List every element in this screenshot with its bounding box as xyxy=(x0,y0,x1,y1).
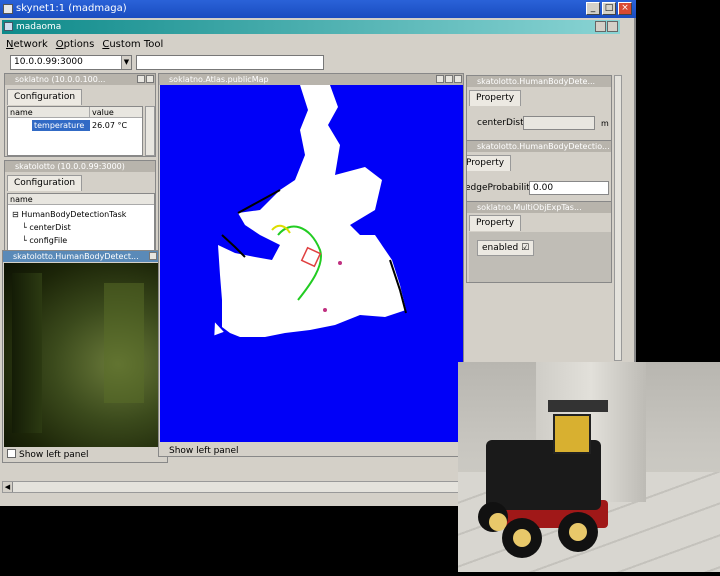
tab-configuration[interactable]: Configuration xyxy=(7,175,83,191)
robot-camera xyxy=(553,414,591,454)
app-icon xyxy=(3,4,13,14)
column-header-name[interactable]: name xyxy=(8,194,154,205)
unit-label: m xyxy=(601,119,609,128)
tab-property[interactable]: Property xyxy=(469,215,522,231)
subwindow-minimize-button[interactable] xyxy=(595,21,606,32)
tab-property[interactable]: Property xyxy=(467,155,512,171)
panel-titlebar: skatolotto (10.0.0.99:3000) xyxy=(5,161,155,172)
tab-configuration[interactable]: Configuration xyxy=(7,89,83,105)
chevron-down-icon[interactable]: ▼ xyxy=(121,56,131,69)
corridor-wall xyxy=(12,273,42,433)
checkbox-box[interactable] xyxy=(7,449,16,458)
person-marker xyxy=(338,261,342,265)
robot-wheel xyxy=(502,518,542,558)
occupancy-map[interactable] xyxy=(160,85,463,442)
config-panel-1: soklatno (10.0.0.100... Configuration na… xyxy=(4,73,156,157)
subwindow-titlebar: madaoma xyxy=(2,20,620,34)
subwindow-title: madaoma xyxy=(16,22,62,32)
field-label: centerDist xyxy=(477,118,524,128)
check-icon: ☑ xyxy=(521,243,530,253)
tree-item-label: centerDist xyxy=(29,223,71,232)
robot-wheel xyxy=(478,502,508,532)
maximize-button[interactable]: □ xyxy=(602,2,616,15)
vertical-scrollbar[interactable] xyxy=(145,106,155,156)
show-left-panel-checkbox[interactable]: Show left panel xyxy=(7,449,89,461)
field-value: 0.00 xyxy=(533,183,554,193)
robot-wheel xyxy=(558,512,598,552)
panel-title: skatolotto.HumanBodyDete... xyxy=(477,77,596,86)
property-panel-3: soklatno.MultiObjExpTas... Property enab… xyxy=(466,201,612,283)
float-button[interactable] xyxy=(436,75,444,83)
robot-sensor xyxy=(548,400,608,412)
enabled-checkbox[interactable]: enabled ☑ xyxy=(477,240,535,256)
address-combobox[interactable]: 10.0.0.99:3000 ▼ xyxy=(10,55,132,70)
menu-custom-tool[interactable]: Custom Tool xyxy=(102,37,163,53)
close-button[interactable]: × xyxy=(618,2,632,15)
show-left-panel-checkbox[interactable]: Show left panel xyxy=(169,445,239,456)
explored-area xyxy=(218,85,406,337)
corridor-door xyxy=(104,283,144,403)
table-row[interactable]: temperature xyxy=(32,120,90,131)
panel-titlebar: soklatno.Atlas.publicMap xyxy=(159,74,463,85)
tree-item-label: configFile xyxy=(29,236,68,245)
panel-titlebar: skatolotto.HumanBodyDete... xyxy=(467,76,611,87)
center-dist-input[interactable] xyxy=(523,116,595,130)
panel-title: skatolotto.HumanBodyDetectio... xyxy=(477,142,610,151)
column-header-name[interactable]: name xyxy=(8,107,90,118)
row-name: temperature xyxy=(34,121,85,130)
subwindow-icon xyxy=(4,22,13,31)
float-button[interactable] xyxy=(137,75,145,83)
target-marker xyxy=(323,308,327,312)
camera-feed-image xyxy=(4,263,167,447)
panel-title: skatolotto.HumanBodyDetect... xyxy=(13,252,139,261)
property-panel-2: skatolotto.HumanBodyDetectio... Property… xyxy=(466,140,612,202)
checkbox-label: Show left panel xyxy=(169,446,239,456)
panel-title: soklatno.Atlas.publicMap xyxy=(169,75,269,84)
panel-title: soklatno (10.0.0.100... xyxy=(15,75,106,84)
close-icon[interactable] xyxy=(146,75,154,83)
subwindow-close-button[interactable] xyxy=(607,21,618,32)
field-label: edgeProbability xyxy=(466,183,536,193)
tree-item[interactable]: └ centerDist xyxy=(22,222,71,233)
panel-title: skatolotto (10.0.0.99:3000) xyxy=(15,162,125,171)
window-title: skynet1:1 (madmaga) xyxy=(16,3,127,14)
window-titlebar: skynet1:1 (madmaga) _ □ × xyxy=(0,0,636,18)
maximize-icon[interactable] xyxy=(445,75,453,83)
panel-title: soklatno.MultiObjExpTas... xyxy=(477,203,582,212)
config-table: name value temperature 26.07 °C xyxy=(7,106,143,156)
checkbox-label: Show left panel xyxy=(19,450,89,460)
address-value: 10.0.0.99:3000 xyxy=(14,57,83,67)
panel-titlebar: skatolotto.HumanBodyDetect... xyxy=(3,251,167,262)
address-input-secondary[interactable] xyxy=(136,55,324,70)
panel-titlebar: soklatno.MultiObjExpTas... xyxy=(467,202,611,213)
close-icon[interactable] xyxy=(454,75,462,83)
menu-network[interactable]: Network xyxy=(6,37,48,53)
tree-item[interactable]: └ configFile xyxy=(22,235,67,246)
tree-item[interactable]: ⊟ HumanBodyDetectionTask xyxy=(12,209,126,220)
panel-titlebar: soklatno (10.0.0.100... xyxy=(5,74,155,85)
column-header-value[interactable]: value xyxy=(90,107,142,118)
panel-titlebar: skatolotto.HumanBodyDetectio... xyxy=(467,141,611,152)
edge-probability-input[interactable]: 0.00 xyxy=(529,181,609,195)
float-button[interactable] xyxy=(149,252,157,260)
tree-item-label: HumanBodyDetectionTask xyxy=(21,210,127,219)
menu-options[interactable]: Options xyxy=(56,37,95,53)
config-tree: name ⊟ HumanBodyDetectionTask └ centerDi… xyxy=(7,193,155,251)
map-canvas xyxy=(218,85,407,337)
right-scrollbar[interactable] xyxy=(614,75,622,361)
checkbox-label: enabled xyxy=(482,243,519,253)
config-panel-2: skatolotto (10.0.0.99:3000) Configuratio… xyxy=(4,160,156,252)
tab-property[interactable]: Property xyxy=(469,90,522,106)
robot-photo xyxy=(458,362,720,572)
row-value: 26.07 °C xyxy=(92,121,128,130)
property-panel-1: skatolotto.HumanBodyDete... Property cen… xyxy=(466,75,612,141)
menu-bar: Network Options Custom Tool xyxy=(2,37,622,53)
minimize-button[interactable]: _ xyxy=(586,2,600,15)
scroll-left-arrow[interactable]: ◀ xyxy=(3,482,13,492)
